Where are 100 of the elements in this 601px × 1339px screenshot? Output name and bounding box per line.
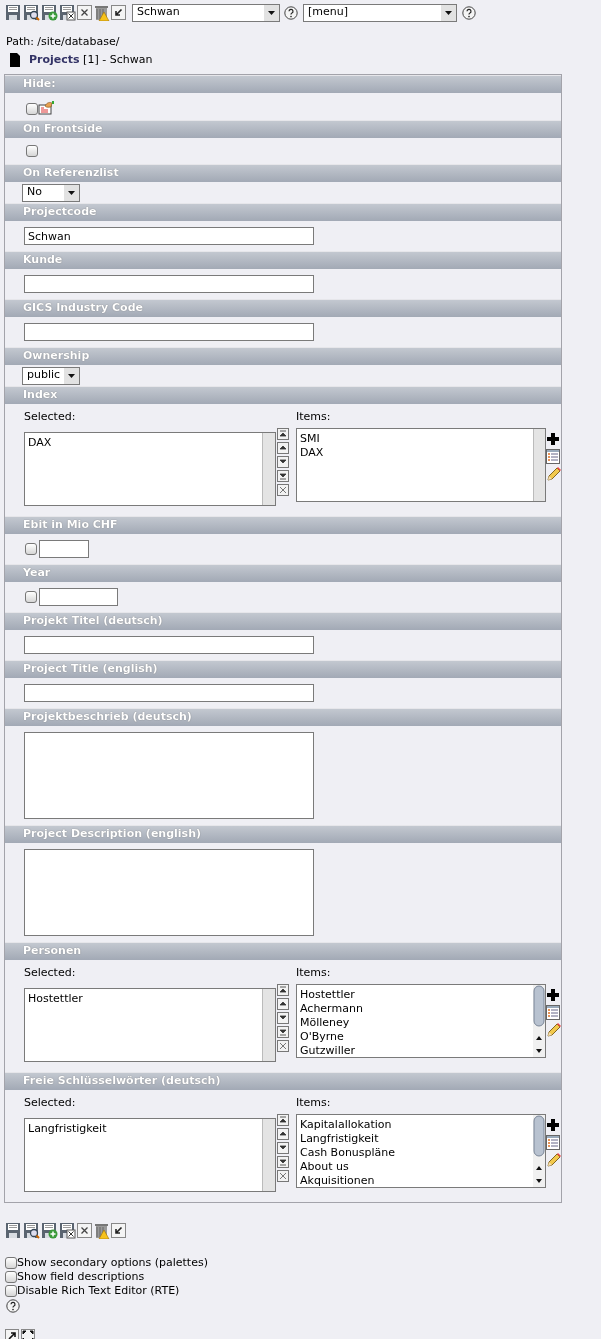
floppy-plus-icon[interactable]	[41, 4, 58, 21]
text-area[interactable]	[24, 732, 314, 819]
checkbox[interactable]	[5, 1271, 17, 1283]
list-option[interactable]: Kapitalallokation	[300, 1117, 533, 1131]
plus-icon[interactable]	[546, 988, 560, 1002]
field-label: Project Description (english)	[23, 826, 201, 843]
scrollbar[interactable]	[533, 985, 545, 1057]
remove-icon[interactable]	[277, 1170, 290, 1182]
list-option[interactable]: DAX	[28, 435, 262, 449]
floppy-x-icon[interactable]	[59, 1222, 76, 1239]
pencil-icon[interactable]	[546, 1153, 561, 1168]
move-up-icon[interactable]	[277, 442, 290, 454]
input-field[interactable]	[39, 540, 89, 558]
move-down-icon[interactable]	[277, 456, 290, 468]
close-icon[interactable]	[77, 1223, 92, 1238]
floppy-search-icon[interactable]	[23, 4, 40, 21]
checkbox[interactable]	[5, 1257, 17, 1269]
selected-label: Selected:	[23, 1095, 77, 1110]
list-icon[interactable]	[546, 449, 560, 464]
list-icon[interactable]	[546, 1005, 560, 1020]
items-label: Items:	[296, 409, 332, 424]
selected-list[interactable]: Hostettler	[24, 988, 276, 1062]
floppy-plus-icon[interactable]	[41, 1222, 58, 1239]
items-label: Items:	[296, 965, 332, 980]
move-up-icon[interactable]	[277, 1128, 290, 1140]
field-label: Kunde	[23, 252, 63, 269]
option-label: Show field descriptions	[17, 1268, 145, 1285]
dropdown[interactable]: No	[22, 183, 80, 202]
remove-icon[interactable]	[277, 484, 290, 496]
floppy-x-icon[interactable]	[59, 4, 76, 21]
move-top-icon[interactable]	[277, 428, 290, 440]
list-option[interactable]: Langfristigkeit	[300, 1131, 533, 1145]
input-field[interactable]: Schwan	[24, 227, 314, 245]
items-list[interactable]: Kapitalallokation Langfristigkeit Cash Bonuspläne About us Akquisitionen	[296, 1114, 546, 1188]
items-list[interactable]: SMI DAX	[296, 428, 546, 502]
items-list[interactable]: Hostettler Achermann Mölleney O'Byrne Gutzwiller	[296, 984, 546, 1058]
input-field[interactable]	[24, 684, 314, 702]
input-field[interactable]	[24, 323, 314, 341]
option-label: Disable Rich Text Editor (RTE)	[17, 1282, 180, 1299]
field-label: Projektbeschrieb (deutsch)	[23, 709, 192, 726]
move-top-icon[interactable]	[277, 1114, 290, 1126]
move-down-icon[interactable]	[277, 1012, 290, 1024]
field-label: On Referenzlist	[23, 165, 119, 182]
field-label: Projekt Titel (deutsch)	[23, 613, 163, 630]
dropdown[interactable]: public	[22, 366, 80, 385]
pencil-icon[interactable]	[546, 1023, 561, 1038]
plus-icon[interactable]	[546, 432, 560, 446]
trash-icon[interactable]	[93, 1222, 110, 1239]
field-label: Ownership	[23, 348, 90, 365]
move-bottom-icon[interactable]	[277, 470, 290, 482]
trash-icon[interactable]	[93, 4, 110, 21]
move-bottom-icon[interactable]	[277, 1026, 290, 1038]
close-icon[interactable]	[77, 5, 92, 20]
move-bottom-icon[interactable]	[277, 1156, 290, 1168]
caret-icon	[64, 367, 79, 384]
checkbox[interactable]	[26, 145, 38, 157]
checkbox[interactable]	[5, 1285, 17, 1297]
input-field[interactable]	[24, 636, 314, 654]
caret-icon	[441, 4, 456, 21]
list-option[interactable]: Achermann	[300, 1001, 533, 1015]
field-label: Index	[23, 387, 58, 404]
input-field[interactable]	[39, 588, 118, 606]
checkbox[interactable]	[26, 103, 38, 115]
list-option[interactable]: Hostettler	[300, 987, 533, 1001]
list-option[interactable]: About us	[300, 1159, 533, 1173]
help-icon[interactable]	[6, 1299, 20, 1313]
selected-list[interactable]: Langfristigkeit	[24, 1118, 276, 1192]
selected-list[interactable]: DAX	[24, 432, 276, 506]
list-option[interactable]: Gutzwiller	[300, 1043, 533, 1057]
list-option[interactable]: Cash Bonuspläne	[300, 1145, 533, 1159]
text-area[interactable]	[24, 849, 314, 936]
list-option[interactable]: O'Byrne	[300, 1029, 533, 1043]
help-icon[interactable]	[284, 5, 298, 20]
checkbox[interactable]	[25, 591, 37, 603]
list-option[interactable]: SMI	[300, 431, 533, 445]
scrollbar-track	[262, 989, 275, 1061]
fullscreen-icon[interactable]	[21, 1329, 35, 1339]
dropdown[interactable]: [menu]	[303, 3, 457, 22]
list-option[interactable]: Mölleney	[300, 1015, 533, 1029]
plus-icon[interactable]	[546, 1118, 560, 1132]
floppy-search-icon[interactable]	[23, 1222, 40, 1239]
list-option[interactable]: Hostettler	[28, 991, 262, 1005]
open-window-icon[interactable]	[5, 1329, 19, 1339]
option-label: Show secondary options (palettes)	[17, 1254, 208, 1271]
remove-icon[interactable]	[277, 1040, 290, 1052]
move-top-icon[interactable]	[277, 984, 290, 996]
move-down-icon[interactable]	[277, 1142, 290, 1154]
pencil-icon[interactable]	[546, 467, 561, 482]
list-option[interactable]: Akquisitionen	[300, 1173, 533, 1187]
checkbox[interactable]	[25, 543, 37, 555]
scrollbar[interactable]	[533, 1115, 545, 1187]
caret-icon	[64, 184, 79, 201]
input-field[interactable]	[24, 275, 314, 293]
dropdown[interactable]: Schwan	[132, 3, 280, 22]
list-option[interactable]: DAX	[300, 445, 533, 459]
help-icon[interactable]	[462, 5, 476, 20]
field-label: Ebit in Mio CHF	[23, 517, 118, 534]
list-option[interactable]: Langfristigkeit	[28, 1121, 262, 1135]
list-icon[interactable]	[546, 1135, 560, 1150]
move-up-icon[interactable]	[277, 998, 290, 1010]
